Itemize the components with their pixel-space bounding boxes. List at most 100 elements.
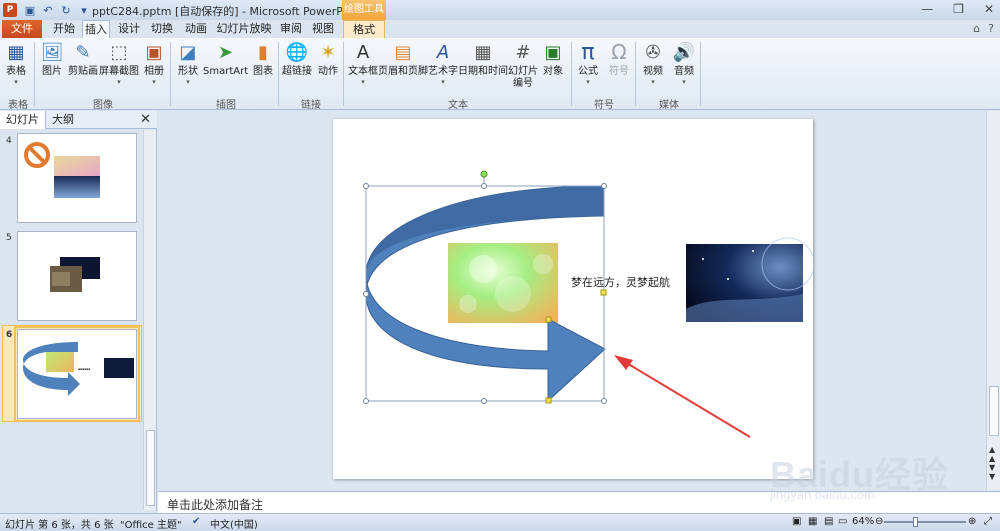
bokeh-image[interactable]: [448, 243, 558, 323]
screenshot-button[interactable]: ⬚ 屏幕截图 ▾: [99, 40, 139, 87]
slide-number: 5: [6, 233, 12, 243]
tab-home[interactable]: 开始: [50, 20, 78, 38]
group-label-illustrations: 插图: [216, 100, 236, 111]
language-indicator[interactable]: 中文(中国): [210, 516, 258, 531]
table-button[interactable]: ▦ 表格 ▾: [4, 40, 28, 87]
tab-design[interactable]: 设计: [115, 20, 143, 38]
slide-thumbnail-6[interactable]: ▪▪▪▪▪▪: [14, 326, 140, 422]
prev-next-slide-icons[interactable]: ▲ ▲ ▼ ▼: [989, 445, 995, 481]
smartart-button[interactable]: ➤ SmartArt: [203, 40, 248, 78]
minimize-icon[interactable]: —: [921, 2, 933, 16]
tab-transitions[interactable]: 切换: [148, 20, 176, 38]
tab-animations[interactable]: 动画: [182, 20, 210, 38]
tab-review[interactable]: 审阅: [277, 20, 305, 38]
object-button[interactable]: ▣ 对象: [541, 40, 565, 78]
chart-button[interactable]: ▮ 图表: [251, 40, 275, 78]
scrollbar-thumb[interactable]: [989, 386, 999, 436]
slide-number-label: 幻灯片 编号: [508, 66, 538, 89]
dropdown-arrow-icon: ▾: [14, 78, 18, 86]
undo-icon[interactable]: ↶: [41, 4, 55, 17]
zoom-level[interactable]: 64%: [852, 516, 874, 527]
svg-text:▪▪▪▪▪▪: ▪▪▪▪▪▪: [78, 367, 90, 371]
tab-view[interactable]: 视图: [309, 20, 337, 38]
equation-button[interactable]: π 公式 ▾: [576, 40, 600, 87]
save-icon[interactable]: ▣: [23, 4, 37, 17]
spellcheck-icon[interactable]: ✔: [192, 516, 200, 527]
adjust-handle[interactable]: [600, 289, 607, 296]
collapse-ribbon-icon[interactable]: ⌂: [973, 22, 980, 35]
video-button[interactable]: ✇ 视频 ▾: [641, 40, 665, 87]
zoom-slider-knob[interactable]: [913, 517, 918, 527]
textbox-icon: A: [356, 41, 370, 63]
fit-to-window-icon[interactable]: ⤢: [984, 516, 992, 527]
resize-handle[interactable]: [363, 183, 369, 189]
rotate-handle[interactable]: [480, 170, 488, 178]
slide-thumbnail-4[interactable]: [17, 133, 137, 223]
zoom-out-icon[interactable]: ⊖: [875, 516, 883, 527]
equation-label: 公式: [578, 66, 598, 77]
audio-button[interactable]: 🔊 音频 ▾: [672, 40, 696, 87]
slides-panel: 幻灯片 大纲 ✕ 4 5 6 ▪▪▪▪▪▪: [0, 110, 157, 511]
album-button[interactable]: ▣ 相册 ▾: [142, 40, 166, 87]
tab-insert[interactable]: 插入: [82, 20, 110, 39]
adjust-handle[interactable]: [545, 316, 552, 323]
slide-sorter-view-icon[interactable]: ▦: [808, 516, 817, 527]
reading-view-icon[interactable]: ▤: [824, 516, 833, 527]
slide-number-icon: #: [515, 41, 531, 63]
powerpoint-app-icon[interactable]: P: [3, 3, 17, 17]
picture-button[interactable]: 🖼 图片: [40, 40, 64, 78]
close-icon[interactable]: ✕: [140, 112, 151, 127]
header-footer-icon: ▤: [394, 41, 412, 63]
wordart-button[interactable]: A 艺术字 ▾: [428, 40, 458, 87]
zoom-in-icon[interactable]: ⊕: [968, 516, 976, 527]
space-image[interactable]: [686, 237, 813, 322]
resize-handle[interactable]: [363, 291, 369, 297]
tab-file[interactable]: 文件: [2, 20, 42, 38]
group-divider: [635, 42, 636, 106]
restore-icon[interactable]: ❐: [953, 2, 964, 16]
smartart-icon: ➤: [218, 41, 234, 63]
slide-canvas[interactable]: 梦在远方，灵梦起航: [333, 119, 813, 479]
table-icon: ▦: [7, 41, 25, 63]
help-icon[interactable]: ?: [988, 22, 994, 35]
adjust-handle[interactable]: [545, 397, 552, 404]
tab-slides[interactable]: 幻灯片: [0, 110, 46, 129]
zoom-slider[interactable]: [884, 521, 966, 523]
dropdown-arrow-icon: ▾: [117, 78, 121, 86]
symbol-button[interactable]: Ω 符号: [607, 40, 631, 78]
table-label: 表格: [6, 66, 26, 77]
tab-slideshow[interactable]: 幻灯片放映: [215, 20, 273, 38]
group-divider: [571, 42, 572, 106]
slide-caption-text[interactable]: 梦在远方，灵梦起航: [571, 274, 670, 290]
slide-thumbnail-5[interactable]: [17, 231, 137, 321]
header-footer-button[interactable]: ▤ 页眉和页脚: [378, 40, 428, 78]
resize-handle[interactable]: [601, 398, 607, 404]
hyperlink-button[interactable]: 🌐 超链接: [282, 40, 312, 78]
scrollbar-thumb[interactable]: [146, 430, 155, 506]
resize-handle[interactable]: [363, 398, 369, 404]
slide-number-button[interactable]: # 幻灯片 编号: [508, 40, 538, 90]
datetime-button[interactable]: ▦ 日期和时间: [458, 40, 508, 78]
close-icon[interactable]: ✕: [984, 2, 994, 16]
action-button[interactable]: ✶ 动作: [316, 40, 340, 78]
dropdown-arrow-icon: ▾: [361, 78, 365, 86]
picture-label: 图片: [42, 66, 62, 77]
slideshow-view-icon[interactable]: ▭: [838, 516, 847, 527]
slides-panel-scrollbar[interactable]: [143, 130, 156, 510]
resize-handle[interactable]: [481, 398, 487, 404]
clipart-button[interactable]: ✎ 剪贴画: [68, 40, 98, 78]
redo-icon[interactable]: ↻: [59, 4, 73, 17]
resize-handle[interactable]: [481, 183, 487, 189]
textbox-button[interactable]: A 文本框 ▾: [348, 40, 378, 87]
resize-handle[interactable]: [601, 183, 607, 189]
tab-outline[interactable]: 大纲: [46, 111, 80, 129]
shapes-button[interactable]: ◪ 形状 ▾: [176, 40, 200, 87]
film-reel-icon: ✇: [645, 41, 661, 63]
quick-access-toolbar: ▣ ↶ ↻ ▾: [23, 4, 91, 17]
slide-vertical-scrollbar[interactable]: ▲ ▲ ▼ ▼: [986, 111, 1000, 490]
normal-view-icon[interactable]: ▣: [792, 516, 801, 527]
tab-format[interactable]: 格式: [343, 20, 385, 38]
chart-label: 图表: [253, 66, 273, 77]
ribbon-insert: ▦ 表格 ▾ 表格 🖼 图片 ✎ 剪贴画 ⬚ 屏幕截图 ▾ ▣ 相册 ▾ 图像 …: [0, 38, 1000, 111]
customize-icon[interactable]: ▾: [77, 4, 91, 17]
